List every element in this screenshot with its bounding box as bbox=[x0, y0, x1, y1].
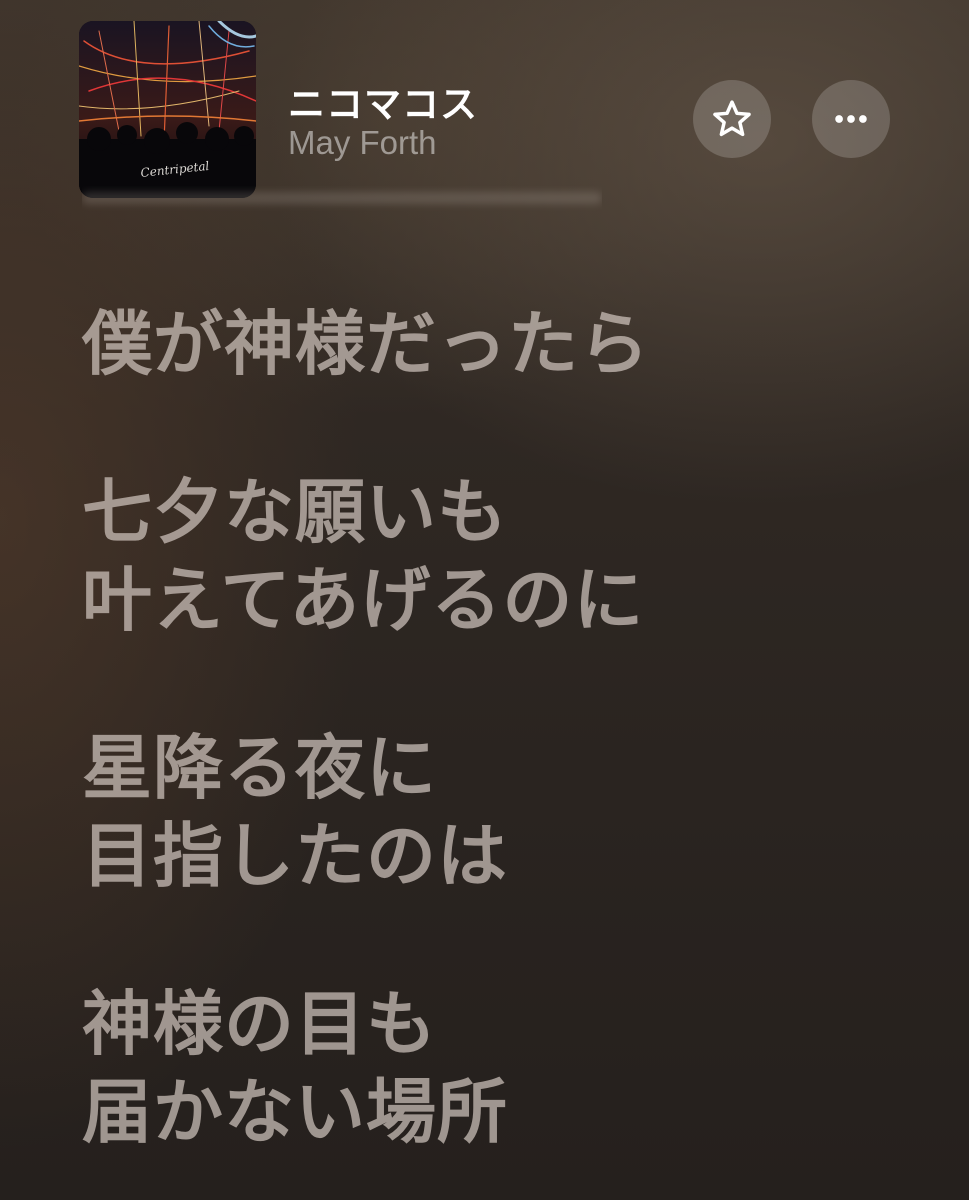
lyric-line[interactable]: 叶えてあげるのに bbox=[82, 556, 942, 644]
album-artwork-image: Centripetal bbox=[79, 21, 256, 198]
more-options-button[interactable] bbox=[812, 80, 890, 158]
lyric-line[interactable]: 届かない場所 bbox=[82, 1068, 942, 1156]
track-artist[interactable]: May Forth bbox=[288, 124, 437, 162]
track-title[interactable]: ニコマコス bbox=[288, 74, 478, 128]
lyric-line[interactable]: 目指したのは bbox=[82, 812, 942, 900]
favorite-button[interactable] bbox=[693, 80, 771, 158]
lyric-line[interactable]: 神様の目も bbox=[82, 980, 942, 1068]
star-outline-icon bbox=[713, 100, 751, 137]
lyric-line[interactable]: 七夕な願いも bbox=[82, 468, 942, 556]
lyric-line[interactable]: 星降る夜に bbox=[82, 724, 942, 812]
lyrics-view[interactable]: 僕が神様だったら 七夕な願いも 叶えてあげるのに 星降る夜に 目指したのは 神様… bbox=[82, 300, 942, 1156]
lyric-line[interactable]: 僕が神様だったら bbox=[82, 300, 942, 388]
now-playing-header: Centripetal ニコマコス May Forth bbox=[0, 0, 969, 215]
previous-lyric-line-faded bbox=[82, 186, 602, 212]
ellipsis-icon bbox=[835, 115, 867, 123]
album-artwork[interactable]: Centripetal bbox=[79, 21, 256, 198]
